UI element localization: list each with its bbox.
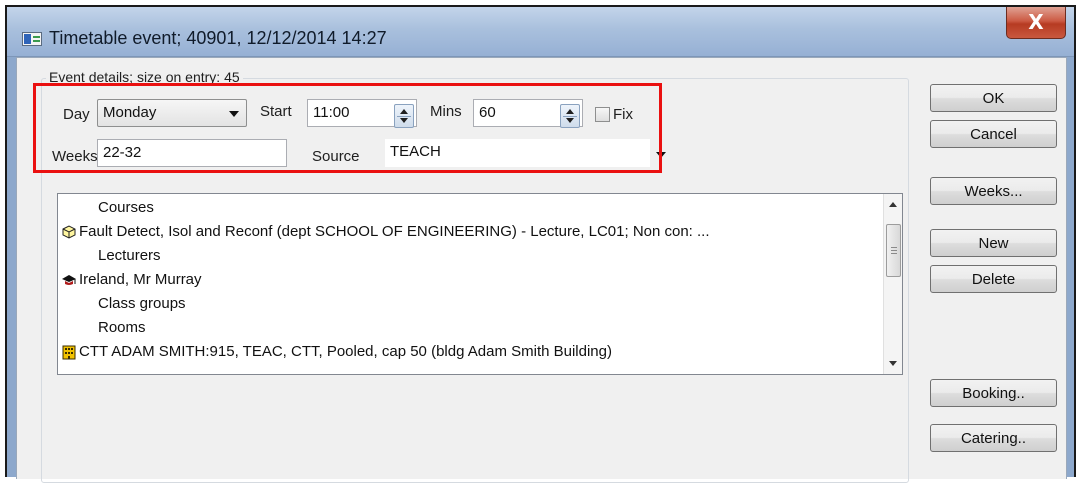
spin-down-icon [400, 118, 408, 123]
fix-label: Fix [613, 106, 633, 123]
chevron-down-icon [656, 152, 666, 158]
list-header-partial [58, 364, 98, 374]
scroll-down-icon[interactable] [889, 361, 897, 366]
list-item-text: Fault Detect, Isol and Reconf (dept SCHO… [79, 223, 710, 240]
list-header-lecturers: Lecturers [98, 247, 161, 264]
mins-input[interactable]: 60 [473, 99, 583, 128]
list-item-text: Ireland, Mr Murray [79, 271, 202, 288]
day-dropdown[interactable]: Monday [97, 99, 247, 127]
weeks-input[interactable]: 22-32 [97, 139, 287, 167]
booking-button[interactable]: Booking.. [930, 379, 1057, 407]
spin-up-icon [566, 109, 574, 114]
start-label: Start [260, 103, 292, 120]
list-item-text: CTT ADAM SMITH:915, TEAC, CTT, Pooled, c… [79, 343, 612, 360]
source-dropdown[interactable]: TEACH [385, 139, 650, 167]
spin-up-icon [400, 109, 408, 114]
list-item-course[interactable]: Fault Detect, Isol and Reconf (dept SCHO… [58, 220, 710, 244]
start-time-value: 11:00 [313, 104, 350, 121]
window-title: Timetable event; 40901, 12/12/2014 14:27 [49, 28, 387, 48]
scrollbar-thumb[interactable] [886, 224, 901, 277]
new-button[interactable]: New [930, 229, 1057, 257]
source-dropdown-button[interactable] [650, 139, 672, 167]
mins-spinner[interactable] [560, 104, 580, 128]
timetable-app-icon [22, 32, 42, 46]
list-header-class-groups: Class groups [98, 295, 186, 312]
list-scrollbar[interactable] [883, 194, 902, 374]
cancel-button[interactable]: Cancel [930, 120, 1057, 148]
source-label: Source [312, 148, 360, 165]
list-header-courses: Courses [98, 199, 154, 216]
close-button[interactable]: X [1006, 7, 1066, 39]
start-time-input[interactable]: 11:00 [307, 99, 417, 128]
mins-value: 60 [479, 104, 496, 121]
delete-button[interactable]: Delete [930, 265, 1057, 293]
weeks-label: Weeks [52, 148, 98, 165]
dialog-window: Timetable event; 40901, 12/12/2014 14:27… [5, 5, 1076, 483]
module-cube-icon [62, 225, 76, 239]
day-dropdown-value: Monday [103, 104, 157, 121]
list-item-room[interactable]: CTT ADAM SMITH:915, TEAC, CTT, Pooled, c… [58, 340, 612, 364]
list-header-rooms: Rooms [98, 319, 146, 336]
source-value: TEACH [390, 143, 441, 160]
event-resources-list[interactable]: Courses Fault Detect, Isol and Reconf (d… [57, 193, 903, 375]
scroll-up-icon[interactable] [889, 202, 897, 207]
catering-button[interactable]: Catering.. [930, 424, 1057, 452]
start-spinner[interactable] [394, 104, 414, 128]
list-item-lecturer[interactable]: Ireland, Mr Murray [58, 268, 202, 292]
ok-button[interactable]: OK [930, 84, 1057, 112]
spin-down-icon [566, 118, 574, 123]
fix-checkbox[interactable] [595, 107, 610, 122]
day-label: Day [63, 106, 90, 123]
weeks-button[interactable]: Weeks... [930, 177, 1057, 205]
mins-label: Mins [430, 103, 462, 120]
event-details-legend: Event details; size on entry: 45 [46, 69, 243, 85]
title-bar[interactable]: Timetable event; 40901, 12/12/2014 14:27… [7, 7, 1074, 57]
dialog-body: Event details; size on entry: 45 Day Mon… [16, 57, 1067, 483]
chevron-down-icon [229, 111, 239, 117]
building-icon [62, 345, 76, 360]
mortarboard-icon [62, 275, 76, 285]
